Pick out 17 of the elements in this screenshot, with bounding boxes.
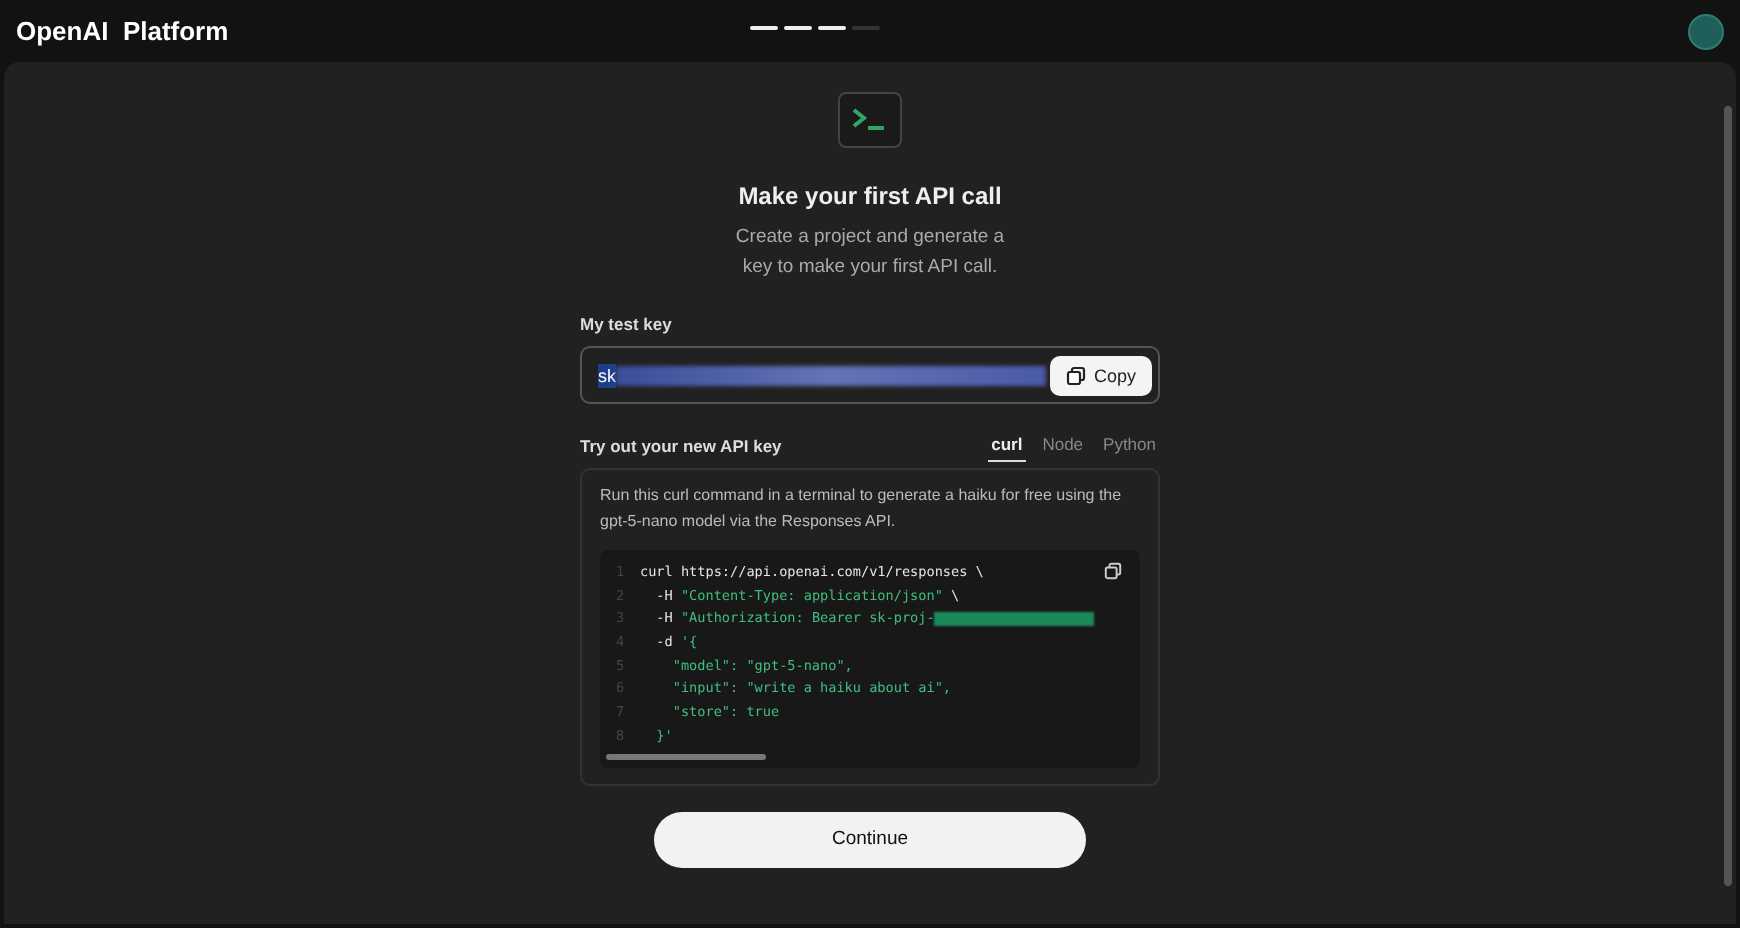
copy-icon[interactable] [1104,562,1122,580]
heading: Make your first API call [738,182,1002,210]
subtitle: Create a project and generate a key to make your first API call. [733,224,1007,282]
language-tab[interactable]: Python [1099,434,1160,462]
avatar[interactable] [1688,13,1724,49]
section-label: Try out your new API key [580,436,782,460]
api-key-field[interactable]: sk Copy [580,346,1160,404]
language-tab[interactable]: curl [987,434,1027,462]
brand-logo-text[interactable]: OpenAI Platform [16,16,229,46]
copy-button[interactable]: Copy [1049,355,1152,395]
description: Run this curl command in a terminal to generate a haiku for free using the gpt-5-nano model via the Responses API. [600,484,1124,534]
terminal-icon [838,92,902,148]
copy-icon [1065,365,1086,385]
continue-button[interactable]: Continue [654,811,1086,867]
language-tab[interactable]: Node [1038,434,1088,462]
field-label: My test key [580,314,672,334]
key-text: sk [598,363,616,387]
